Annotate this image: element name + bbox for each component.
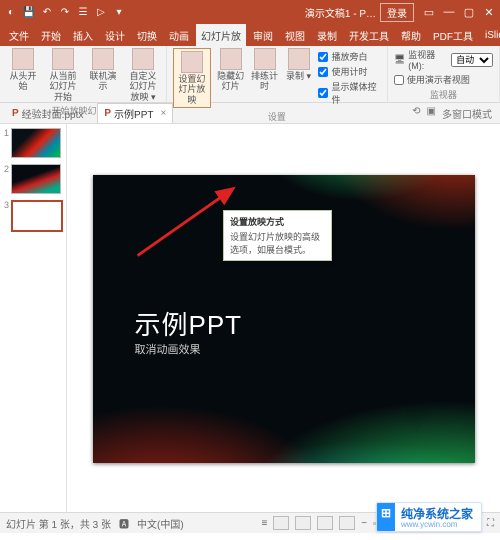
slide-counter[interactable]: 幻灯片 第 1 张，共 3 张 (6, 516, 111, 531)
chk-media-controls[interactable]: 显示媒体控件 (318, 80, 380, 106)
doc-tab-0[interactable]: P经验封面.pptx (6, 104, 89, 123)
tab-record[interactable]: 录制 (312, 24, 342, 46)
undo-icon[interactable]: ↶ (40, 5, 54, 19)
present-online-button[interactable]: 联机演示 (86, 48, 120, 92)
touch-mode-icon[interactable]: ☰ (76, 5, 90, 19)
tab-animations[interactable]: 动画 (164, 24, 194, 46)
thumb-2[interactable]: 2 (3, 164, 63, 194)
tab-close-icon[interactable]: × (160, 108, 166, 119)
tab-islide[interactable]: iSlide (480, 24, 500, 46)
custom-show-button[interactable]: 自定义幻灯片放映 ▾ (126, 48, 160, 102)
notes-button[interactable]: ≡ (261, 518, 267, 529)
login-button[interactable]: 登录 (380, 3, 414, 22)
quick-access-toolbar: ◐ 💾 ↶ ↷ ☰ ▷ ▾ (4, 5, 126, 19)
view-reading-icon[interactable] (317, 516, 333, 530)
from-current-button[interactable]: 从当前幻灯片开始 (46, 48, 80, 102)
ribbon-tabs: 文件 开始 插入 设计 切换 动画 幻灯片放 审阅 视图 录制 开发工具 帮助 … (0, 24, 500, 46)
tab-view[interactable]: 视图 (280, 24, 310, 46)
monitor-select[interactable]: 自动 (451, 53, 493, 67)
view-slideshow-icon[interactable] (339, 516, 355, 530)
grid-icon[interactable]: ▣ (427, 106, 436, 121)
slide-subtitle[interactable]: 取消动画效果 (135, 341, 201, 357)
tab-insert[interactable]: 插入 (68, 24, 98, 46)
tab-help[interactable]: 帮助 (396, 24, 426, 46)
maximize-icon[interactable]: ▢ (462, 5, 476, 19)
chk-timings[interactable]: 使用计时 (318, 65, 380, 78)
monitor-icon: 🖥 (394, 54, 405, 65)
hide-slide-button[interactable]: 隐藏幻灯片 (217, 48, 245, 92)
document-title: 演示文稿1 - P… (305, 5, 376, 20)
setup-tooltip: 设置放映方式 设置幻灯片放映的高级选项，如展台模式。 (223, 210, 332, 261)
group-label-setup: 设置 (268, 110, 286, 123)
ribbon-group-setup: 设置幻灯片放映 隐藏幻灯片 排练计时 录制 ▾ 播放旁白 使用计时 显示媒体控件… (167, 46, 388, 102)
start-show-icon[interactable]: ▷ (94, 5, 108, 19)
monitor-label: 监视器(M): (408, 48, 448, 71)
spellcheck-icon[interactable]: 🅰 (119, 516, 129, 531)
view-sorter-icon[interactable] (295, 516, 311, 530)
tab-file[interactable]: 文件 (4, 24, 34, 46)
slide-canvas[interactable]: 设置放映方式 设置幻灯片放映的高级选项，如展台模式。 示例PPT 取消动画效果 … (67, 124, 500, 512)
watermark-brand: 纯净系统之家 (401, 507, 473, 521)
autosave-toggle[interactable]: ◐ (4, 5, 18, 19)
qat-more-icon[interactable]: ▾ (112, 5, 126, 19)
multiwindow-button[interactable]: 多窗口模式 (442, 106, 492, 121)
redo-icon[interactable]: ↷ (58, 5, 72, 19)
tab-review[interactable]: 审阅 (248, 24, 278, 46)
fit-window-icon[interactable]: ⛶ (487, 518, 494, 529)
window-controls: ▭ ― ▢ ✕ (414, 5, 496, 19)
pptx-file-icon: P (104, 108, 111, 119)
from-beginning-button[interactable]: 从头开始 (6, 48, 40, 92)
workspace: 1 2 3 设置放映方式 设置幻灯片放映的高级选项，如展台模式。 示例PPT 取… (0, 124, 500, 512)
language-indicator[interactable]: 中文(中国) (137, 516, 184, 531)
setup-slideshow-button[interactable]: 设置幻灯片放映 (173, 48, 211, 108)
view-normal-icon[interactable] (273, 516, 289, 530)
chk-narration[interactable]: 播放旁白 (318, 50, 380, 63)
chk-presenter-view[interactable]: 使用演示者视图 (394, 73, 493, 86)
setup-checkboxes: 播放旁白 使用计时 显示媒体控件 (318, 48, 380, 106)
tab-home[interactable]: 开始 (36, 24, 66, 46)
tab-slideshow[interactable]: 幻灯片放 (196, 24, 246, 46)
thumb-1[interactable]: 1 (3, 128, 63, 158)
rehearse-button[interactable]: 排练计时 (251, 48, 279, 92)
ribbon: 从头开始 从当前幻灯片开始 联机演示 自定义幻灯片放映 ▾ 开始放映幻灯片 设置… (0, 46, 500, 103)
zoom-out-icon[interactable]: − (361, 518, 367, 529)
record-button[interactable]: 录制 ▾ (285, 48, 313, 81)
tab-transitions[interactable]: 切换 (132, 24, 162, 46)
save-icon[interactable]: 💾 (22, 5, 36, 19)
tooltip-title: 设置放映方式 (230, 215, 325, 228)
ribbon-group-monitor: 🖥监视器(M):自动 使用演示者视图 监视器 (388, 46, 500, 102)
pptx-file-icon: P (12, 108, 19, 119)
tab-developer[interactable]: 开发工具 (344, 24, 394, 46)
site-watermark: ⊞ 纯净系统之家 www.ycwin.com (376, 502, 482, 532)
watermark-domain: www.ycwin.com (401, 520, 473, 529)
tab-pdf[interactable]: PDF工具 (428, 24, 478, 46)
refresh-icon[interactable]: ⟲ (412, 106, 420, 121)
tab-design[interactable]: 设计 (100, 24, 130, 46)
close-icon[interactable]: ✕ (482, 5, 496, 19)
ribbon-options-icon[interactable]: ▭ (422, 5, 436, 19)
doc-tab-1[interactable]: P示例PPT× (97, 103, 173, 123)
slide-title[interactable]: 示例PPT (135, 305, 243, 342)
tooltip-body: 设置幻灯片放映的高级选项，如展台模式。 (230, 230, 325, 256)
thumbnail-pane[interactable]: 1 2 3 (0, 124, 67, 512)
windows-logo-icon: ⊞ (381, 506, 391, 520)
minimize-icon[interactable]: ― (442, 5, 456, 19)
title-area: 演示文稿1 - P… 登录 (126, 3, 414, 22)
titlebar: ◐ 💾 ↶ ↷ ☰ ▷ ▾ 演示文稿1 - P… 登录 ▭ ― ▢ ✕ (0, 0, 500, 24)
thumb-3[interactable]: 3 (3, 200, 63, 232)
ribbon-group-start: 从头开始 从当前幻灯片开始 联机演示 自定义幻灯片放映 ▾ 开始放映幻灯片 (0, 46, 167, 102)
group-label-monitor: 监视器 (430, 88, 457, 101)
